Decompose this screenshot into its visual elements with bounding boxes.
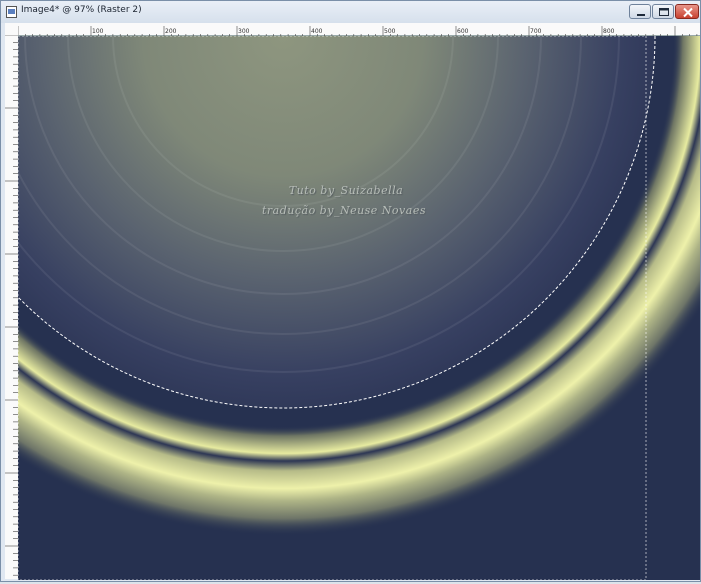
- image-window: Image4* @ 97% (Raster 2) 100 200 300 400 500…: [0, 0, 701, 582]
- minimize-button[interactable]: [629, 4, 651, 19]
- ruler-label: 100: [92, 28, 104, 35]
- horizontal-ruler[interactable]: 100 200 300 400 500 600 700 800: [17, 23, 700, 38]
- window-title: Image4* @ 97% (Raster 2): [21, 5, 142, 15]
- close-button[interactable]: [675, 4, 699, 19]
- maximize-icon: [659, 8, 669, 16]
- ruler-label: 600: [457, 28, 469, 35]
- canvas-artwork: [0, 0, 701, 581]
- ruler-label: 400: [311, 28, 323, 35]
- vertical-ruler[interactable]: [5, 34, 19, 579]
- ruler-corner: [5, 23, 18, 35]
- watermark-line2: tradução by_Neuse Novaes: [261, 204, 426, 217]
- ruler-label: 300: [238, 28, 250, 35]
- minimize-icon: [637, 14, 645, 16]
- window-titlebar[interactable]: Image4* @ 97% (Raster 2): [1, 1, 700, 23]
- document-icon: [6, 6, 17, 18]
- image-canvas[interactable]: Tuto by_Suizabella tradução by_Neuse Nov…: [0, 0, 701, 581]
- ruler-label: 500: [384, 28, 396, 35]
- ruler-label: 700: [530, 28, 542, 35]
- ruler-label: 200: [165, 28, 177, 35]
- close-icon: [683, 7, 693, 18]
- vertical-ruler-ticks: [5, 34, 18, 576]
- watermark-line1: Tuto by_Suizabella: [288, 184, 404, 197]
- ruler-label: 800: [603, 28, 615, 35]
- maximize-button[interactable]: [652, 4, 674, 19]
